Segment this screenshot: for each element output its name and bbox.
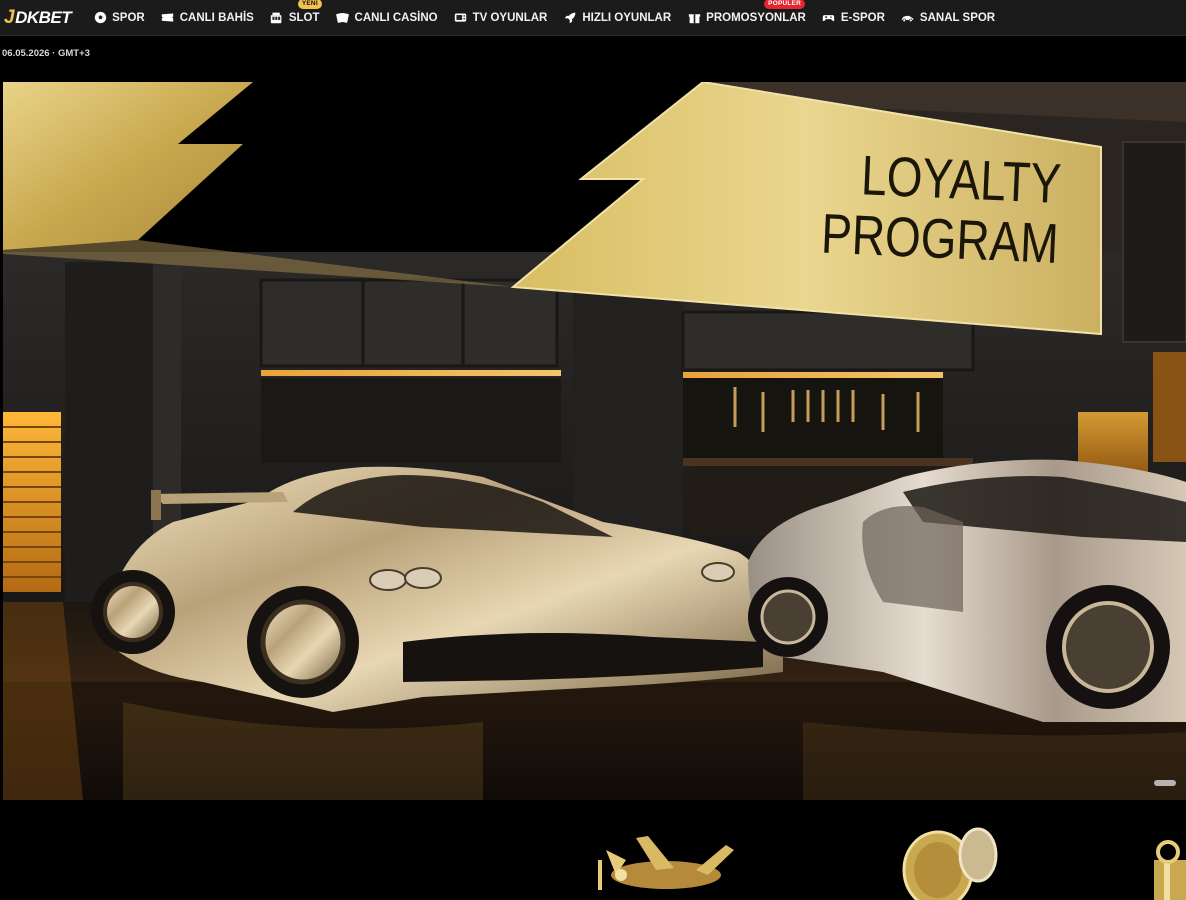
tv-icon [454,11,468,25]
date-timezone: 06.05.2026 · GMT+3 [2,48,90,59]
nav-label: HIZLI OYUNLAR [582,11,672,24]
gamepad-icon [822,11,836,25]
soccer-ball-icon [93,11,107,25]
slider-indicator[interactable] [1154,780,1176,786]
cards-icon [336,11,350,25]
nav-label: CANLI BAHİS [179,11,254,24]
nav-label: TV OYUNLAR [472,11,548,24]
nav-label: SANAL SPOR [919,11,996,24]
nav-label: SPOR [112,11,145,24]
nav-item-canli-casino[interactable]: CANLI CASİNO [328,0,446,36]
promo-strip [0,810,1186,900]
nav-label: E-SPOR [840,11,885,24]
airplane-promo-icon[interactable] [596,820,746,900]
popular-badge: POPÜLER [764,0,805,9]
logo-text: DKBET [15,7,72,27]
slot-machine-icon [270,11,284,25]
ticket-icon [161,11,175,25]
nav-label: PROMOSYONLAR [706,11,806,24]
nav-item-tv-oyunlar[interactable]: TV OYUNLAR [446,0,556,36]
hero-title-line-2: PROGRAM [819,201,1060,275]
coins-promo-icon[interactable] [898,820,1008,900]
nav-item-spor[interactable]: SPOR [85,0,153,36]
gift-icon [687,11,701,25]
gift-box-promo-icon[interactable] [1148,820,1186,900]
site-logo[interactable]: J DKBET [4,0,72,36]
hero-title: LOYALTY PROGRAM [819,143,1062,275]
nav-item-promosyonlar[interactable]: POPÜLER PROMOSYONLAR [679,0,814,36]
nav-item-slot[interactable]: YENİ SLOT [262,0,328,36]
nav-label: CANLI CASİNO [354,11,438,24]
nav-item-sanal-spor[interactable]: SANAL SPOR [893,0,1003,36]
racecar-icon [901,11,915,25]
nav-item-canli-bahis[interactable]: CANLI BAHİS [153,0,262,36]
nav-item-e-spor[interactable]: E-SPOR [814,0,893,36]
logo-mark: J [4,6,15,28]
nav-item-hizli-oyunlar[interactable]: HIZLI OYUNLAR [555,0,679,36]
hero-banner[interactable]: LOYALTY PROGRAM [3,82,1186,800]
rocket-icon [563,11,577,25]
new-badge: YENİ [297,0,322,9]
nav-label: SLOT [288,11,320,24]
top-navigation: J DKBET SPOR CANLI BAHİS YENİ SLOT CANLI… [0,0,1186,36]
